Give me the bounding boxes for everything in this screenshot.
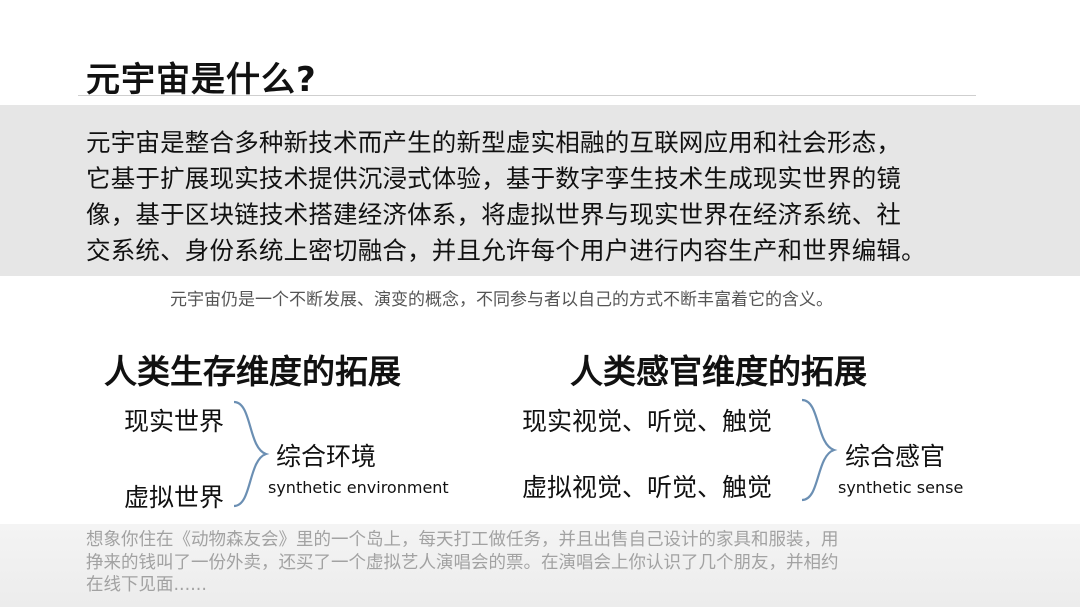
- page-title: 元宇宙是什么?: [86, 60, 317, 100]
- definition-note: 元宇宙仍是一个不断发展、演变的概念，不同参与者以自己的方式不断丰富着它的含义。: [170, 290, 833, 310]
- right-item-real-senses: 现实视觉、听觉、触觉: [522, 407, 773, 436]
- right-result: 综合感官: [845, 442, 946, 471]
- right-item-virtual-senses: 虚拟视觉、听觉、触觉: [522, 473, 773, 502]
- definition-text: 元宇宙是整合多种新技术而产生的新型虚实相融的互联网应用和社会形态， 它基于扩展现…: [86, 128, 926, 265]
- slide: 元宇宙是什么? 元宇宙是整合多种新技术而产生的新型虚实相融的互联网应用和社会形态…: [0, 0, 1080, 607]
- left-section-title: 人类生存维度的拓展: [104, 352, 401, 391]
- right-result-en: synthetic sense: [838, 478, 964, 497]
- right-section-title: 人类感官维度的拓展: [570, 352, 867, 391]
- title-divider: [78, 95, 976, 96]
- left-item-virtual-world: 虚拟世界: [124, 483, 225, 512]
- left-item-real-world: 现实世界: [124, 407, 225, 436]
- left-result: 综合环境: [276, 442, 377, 471]
- left-brace-icon: [233, 400, 270, 508]
- left-result-en: synthetic environment: [268, 478, 449, 497]
- story-text: 想象你住在《动物森友会》里的一个岛上，每天打工做任务，并且出售自己设计的家具和服…: [86, 530, 839, 595]
- right-brace-icon: [801, 398, 838, 502]
